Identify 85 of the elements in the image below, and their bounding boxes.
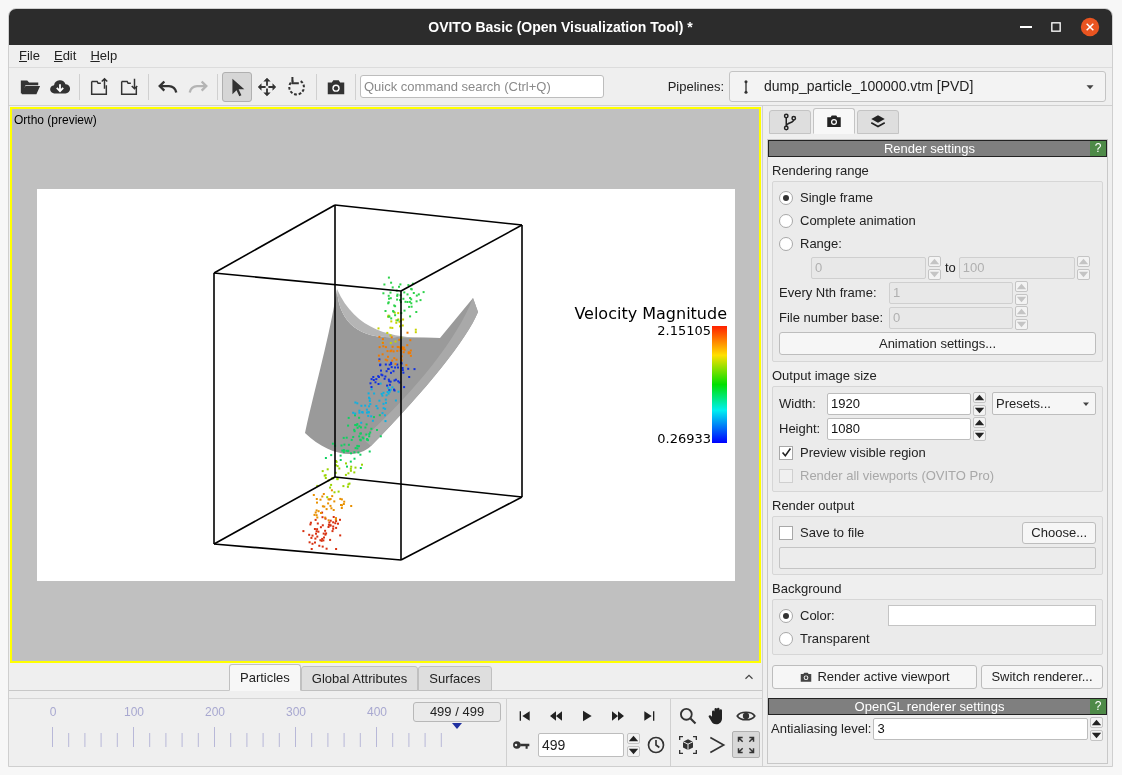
panel-header: Render settings	[882, 141, 977, 156]
expand-arrows-icon	[736, 734, 756, 755]
search-icon	[678, 705, 698, 726]
choose-button[interactable]: Choose...	[1022, 521, 1096, 544]
height-field[interactable]: 1080	[827, 417, 971, 440]
radio-button[interactable]	[779, 631, 793, 646]
folder-upload-icon	[88, 75, 110, 98]
field-label: File number base:	[779, 308, 885, 327]
output-path-field[interactable]	[779, 547, 1096, 569]
menu-item[interactable]: File	[13, 46, 46, 66]
camera-icon	[799, 670, 814, 684]
menu-item[interactable]: Edit	[47, 46, 83, 66]
help-button[interactable]: ?	[1090, 699, 1106, 714]
radio-label: Color:	[800, 606, 835, 625]
viewport-caption: Ortho (preview)	[14, 112, 97, 129]
checkbox[interactable]	[779, 445, 793, 460]
field-label: Height:	[779, 419, 822, 438]
frame-field[interactable]: 499	[538, 733, 624, 757]
radio-label: Range:	[800, 234, 842, 253]
angle-icon	[707, 734, 727, 755]
spin-buttons[interactable]	[973, 416, 987, 441]
close-icon	[1080, 17, 1100, 37]
radio-button[interactable]	[779, 236, 793, 251]
window-title: OVITO Basic (Open Visualization Tool) *	[428, 17, 693, 37]
maximize-viewport-button[interactable]	[732, 731, 760, 758]
legend-max-value: 2.15105	[656, 323, 711, 338]
move-arrows-icon	[256, 75, 278, 98]
timeline-label: 0	[49, 704, 57, 721]
branch-icon	[781, 113, 799, 131]
radio-label: Transparent	[800, 629, 870, 648]
spin-buttons[interactable]	[1090, 716, 1104, 741]
antialiasing-field[interactable]: 3	[873, 717, 1088, 740]
minimize-icon	[1020, 26, 1032, 28]
field-label: Every Nth frame:	[779, 283, 878, 302]
render-tab[interactable]	[813, 108, 855, 134]
width-field[interactable]: 1920	[827, 392, 971, 415]
animation-settings-button[interactable]: Animation settings...	[779, 332, 1096, 355]
checkmark-icon	[780, 447, 792, 458]
radio-button[interactable]	[779, 190, 793, 205]
help-button[interactable]: ?	[1090, 141, 1106, 156]
radio-button[interactable]	[779, 608, 793, 623]
group-title: Rendering range	[771, 162, 870, 179]
data-tab[interactable]: Particles	[229, 664, 301, 691]
menu-item[interactable]: Help	[84, 46, 124, 66]
switch-renderer-button[interactable]: Switch renderer...	[981, 665, 1103, 689]
field-label: Width:	[779, 394, 817, 413]
timeline-frame-slider[interactable]: 499 / 499	[413, 702, 501, 722]
clock-icon	[646, 735, 666, 755]
checkbox[interactable]	[779, 525, 793, 540]
color-swatch[interactable]	[888, 605, 1096, 626]
data-tab[interactable]: Global Attributes	[300, 666, 419, 691]
camera-icon	[825, 112, 843, 130]
rotate-icon	[286, 75, 308, 98]
presets-dropdown[interactable]: Presets...	[992, 392, 1096, 415]
group-title: Render output	[771, 497, 856, 514]
data-tab[interactable]: Surfaces	[418, 666, 492, 691]
legend-min-value: 0.26933	[656, 431, 711, 446]
timeline-label: 400	[367, 704, 387, 721]
radio-button[interactable]	[779, 213, 793, 228]
field-label: Antialiasing level:	[771, 719, 872, 738]
pipeline-dropdown[interactable]: dump_particle_100000.vtm [PVD]	[729, 71, 1106, 102]
radio-label: Complete animation	[800, 211, 916, 230]
checkbox-label: Preview visible region	[800, 443, 926, 462]
spin-buttons[interactable]	[627, 733, 641, 757]
group-title: Background	[771, 580, 843, 597]
layers-tab[interactable]	[857, 110, 899, 134]
pipelines-label: Pipelines:	[667, 77, 724, 96]
timeline[interactable]: 0 100 200 300 400 499 / 499	[9, 699, 506, 766]
viewport[interactable]: Ortho (preview) Velocity Magnitude 2.15105 0.26933	[10, 107, 761, 663]
timeline-label: 100	[124, 704, 144, 721]
group-title: Output image size	[771, 367, 878, 384]
render-viewport-button[interactable]: Render active viewport	[772, 665, 977, 689]
timeline-label: 200	[205, 704, 225, 721]
checkbox-label: Render all viewports (OVITO Pro)	[800, 466, 995, 485]
range-to-label: to	[945, 258, 956, 277]
legend-title: Velocity Magnitude	[573, 304, 727, 323]
cube-icon	[678, 734, 698, 755]
panel-header: OpenGL renderer settings	[853, 699, 1006, 714]
radio-label: Single frame	[800, 188, 873, 207]
checkbox-label: Save to file	[800, 523, 865, 542]
select-mode-button[interactable]	[222, 71, 252, 102]
timeline-label: 300	[286, 704, 306, 721]
search-field[interactable]: Quick command search (Ctrl+Q)	[360, 75, 604, 98]
spin-buttons[interactable]	[973, 391, 987, 416]
pipeline-tab[interactable]	[769, 110, 811, 134]
